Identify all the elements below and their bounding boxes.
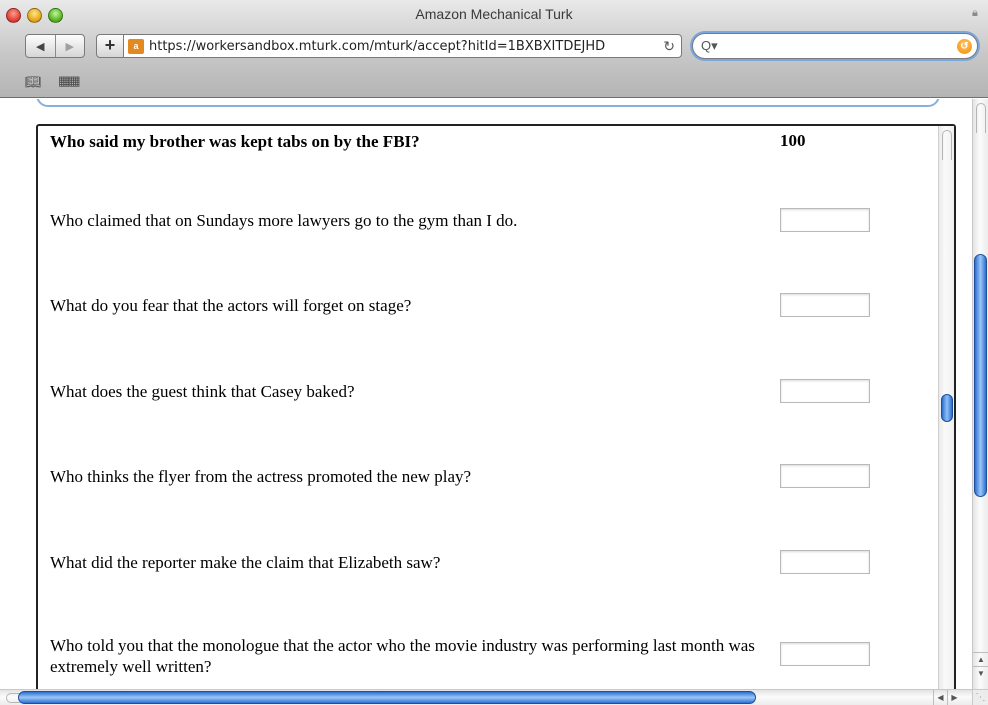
- scroll-up-arrow-icon[interactable]: ▲: [973, 652, 988, 666]
- lock-icon: 🔒︎: [972, 7, 978, 19]
- scroll-down-arrow-icon[interactable]: ▼: [973, 666, 988, 680]
- vertical-scrollbar[interactable]: ▲ ▼: [972, 99, 988, 689]
- header-score: 100: [780, 131, 806, 150]
- question-3: What does the guest think that Casey bak…: [50, 382, 355, 401]
- search-icon[interactable]: Q▾: [701, 38, 718, 54]
- forward-button[interactable]: ▶: [56, 35, 85, 57]
- url-text[interactable]: https://workersandbox.mturk.com/mturk/ac…: [149, 39, 659, 54]
- resize-corner-icon[interactable]: ⋱: [972, 689, 988, 705]
- answer-input-1[interactable]: [780, 208, 870, 232]
- question-6: Who told you that the monologue that the…: [50, 636, 755, 676]
- instructions-box-bottom: [36, 99, 940, 107]
- answer-input-4[interactable]: [780, 464, 870, 488]
- horizontal-scrollbar[interactable]: ◀ ▶: [0, 689, 972, 705]
- vertical-scrollbar-cap: [976, 103, 986, 133]
- horizontal-scroll-thumb[interactable]: [18, 691, 756, 704]
- frame-scroll-thumb[interactable]: [941, 394, 953, 422]
- answer-input-5[interactable]: [780, 550, 870, 574]
- window-title: Amazon Mechanical Turk: [415, 6, 573, 22]
- vertical-scroll-thumb[interactable]: [974, 254, 987, 497]
- answer-input-2[interactable]: [780, 293, 870, 317]
- frame-scrollbar-cap: [942, 130, 952, 160]
- scroll-left-arrow-icon[interactable]: ◀: [933, 690, 947, 705]
- snapback-icon[interactable]: ↺: [957, 39, 972, 54]
- hit-frame: Who said my brother was kept tabs on by …: [36, 124, 956, 689]
- bookmarks-icon[interactable]: 📖︎: [25, 74, 42, 90]
- top-sites-icon[interactable]: ▦▦: [58, 73, 81, 89]
- search-field[interactable]: Q▾ ↺: [692, 33, 978, 59]
- amazon-favicon: a: [128, 39, 144, 54]
- question-4: Who thinks the flyer from the actress pr…: [50, 467, 472, 486]
- reload-icon[interactable]: ↻: [663, 38, 675, 55]
- answer-input-6[interactable]: [780, 642, 870, 666]
- add-bookmark-icon: +: [104, 35, 116, 55]
- question-5: What did the reporter make the claim tha…: [50, 553, 441, 572]
- answer-input-3[interactable]: [780, 379, 870, 403]
- address-bar[interactable]: a https://workersandbox.mturk.com/mturk/…: [124, 34, 682, 58]
- question-1: Who claimed that on Sundays more lawyers…: [50, 211, 518, 230]
- frame-scrollbar[interactable]: [938, 126, 954, 689]
- scroll-right-arrow-icon[interactable]: ▶: [947, 690, 961, 705]
- back-arrow-icon: ◀: [36, 40, 45, 53]
- navigation-buttons: ◀ ▶: [25, 34, 85, 58]
- window-titlebar: Amazon Mechanical Turk 🔒︎ ◀ ▶ + a https:…: [0, 0, 988, 98]
- forward-arrow-icon: ▶: [65, 40, 74, 53]
- question-2: What do you fear that the actors will fo…: [50, 296, 412, 315]
- back-button[interactable]: ◀: [26, 35, 56, 57]
- page-viewport: Who said my brother was kept tabs on by …: [0, 99, 972, 689]
- header-question: Who said my brother was kept tabs on by …: [50, 132, 420, 151]
- add-bookmark-button[interactable]: +: [96, 34, 124, 58]
